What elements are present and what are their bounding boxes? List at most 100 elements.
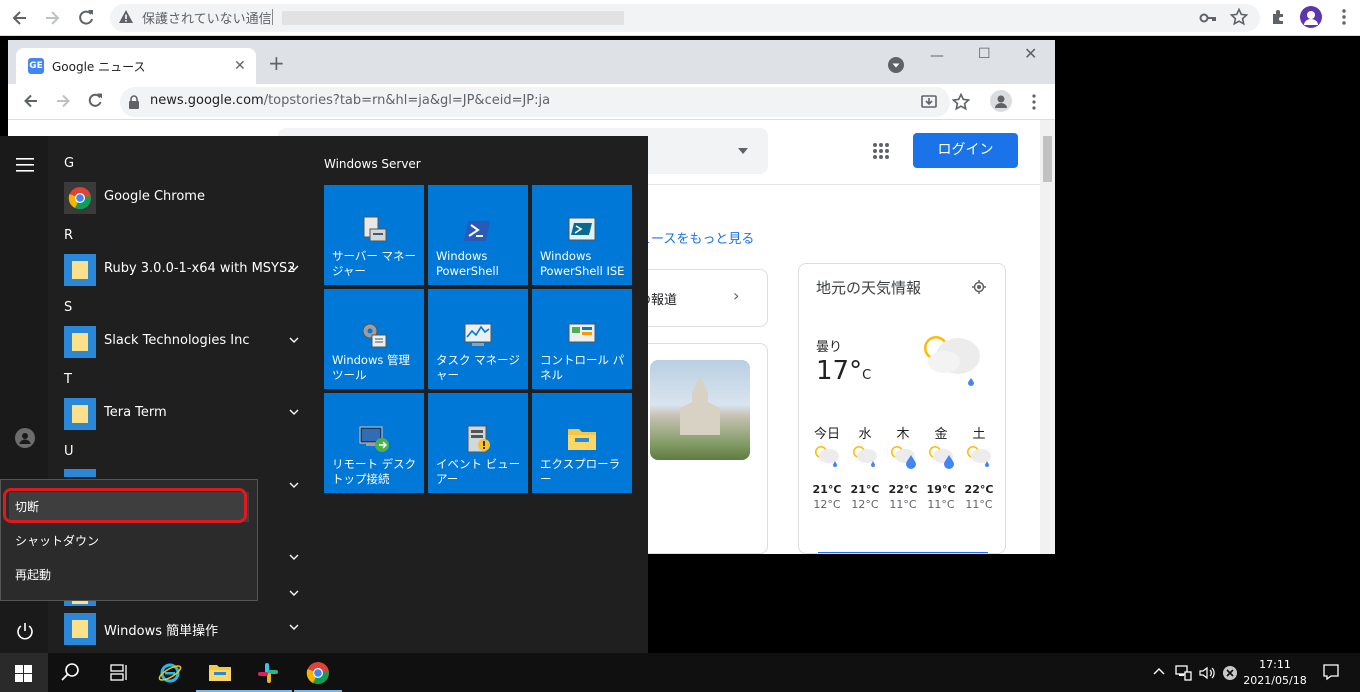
tile-server-manager[interactable]: サーバー マネージャー [324,185,424,285]
tile-powershell[interactable]: Windows PowerShell [428,185,528,285]
app-group-letter[interactable]: G [64,156,74,171]
network-icon[interactable] [1174,664,1192,682]
forward-icon[interactable] [42,8,62,28]
chevron-down-icon[interactable] [288,621,300,633]
forecast-high: 19°C [926,483,956,496]
chrome-button[interactable] [294,653,342,692]
forecast-low: 11°C [889,498,917,511]
volume-icon[interactable] [1198,664,1216,682]
profile-avatar[interactable] [990,90,1012,112]
login-button[interactable]: ログイン [913,133,1018,168]
folder-icon [64,326,96,358]
app-group-letter[interactable]: S [64,300,72,315]
taskbar-search-button[interactable] [48,653,96,692]
highlight-annotation [3,488,247,523]
task-view-button[interactable] [96,653,144,692]
tab-search-icon[interactable] [888,57,904,73]
warning-icon[interactable] [118,9,134,25]
app-list-item[interactable]: Windows 簡単操作 [56,611,312,647]
minimize-icon[interactable]: — [930,48,944,64]
back-icon[interactable] [10,8,30,28]
clock-time: 17:11 [1259,658,1291,671]
app-list-item[interactable]: Ruby 3.0.0-1-x64 with MSYS2 [56,252,312,288]
bookmark-star-icon[interactable] [952,93,970,111]
url-text[interactable]: news.google.com/topstories?tab=rn&hl=ja&… [150,93,550,108]
tile-control-panel[interactable]: コントロール パネル [532,289,632,389]
cloudy-rain-icon [920,330,984,390]
more-menu-icon[interactable] [1335,8,1353,26]
powershell-ise-icon [566,215,598,247]
dropdown-caret-icon[interactable] [738,148,748,154]
forecast-day: 木 22°C 11°C [884,423,922,511]
weather-title: 地元の天気情報 [816,279,922,297]
tile-task-manager[interactable]: タスク マネージャー [428,289,528,389]
power-icon[interactable] [15,621,35,641]
profile-avatar[interactable] [1300,6,1322,28]
app-group-letter[interactable]: T [64,372,72,387]
tray-chevron-up-icon[interactable] [1152,666,1166,676]
app-list-item[interactable]: Google Chrome [56,180,312,216]
extensions-icon[interactable] [1270,8,1288,26]
tile-label: サーバー マネージャー [332,249,417,278]
internet-explorer-button[interactable] [146,653,194,692]
locate-icon[interactable] [972,280,986,294]
tile-explorer[interactable]: エクスプローラー [532,393,632,493]
tab-close-icon[interactable]: ✕ [234,58,246,74]
slack-button[interactable] [244,653,292,692]
reload-icon[interactable] [86,92,104,110]
lock-icon[interactable] [128,95,140,109]
app-group-letter[interactable]: U [64,444,74,459]
tile-event-viewer[interactable]: イベント ビューアー [428,393,528,493]
maximize-icon[interactable]: ☐ [978,46,991,62]
rain-icon [927,443,955,469]
forecast-low: 12°C [813,498,841,511]
install-icon[interactable] [920,93,938,111]
chevron-down-icon[interactable] [288,406,300,418]
restart-option[interactable]: 再起動 [9,560,249,590]
user-account-icon[interactable] [15,428,35,448]
admin-tools-icon [358,319,390,351]
app-list-item[interactable]: Tera Term [56,396,312,432]
internet-explorer-icon [158,663,182,683]
action-center-icon[interactable] [1322,663,1340,681]
app-name: Windows 簡単操作 [104,624,219,639]
system-clock[interactable]: 17:11 2021/05/18 [1240,657,1310,689]
more-menu-icon[interactable] [1026,93,1042,111]
forecast-day-label: 土 [972,427,986,442]
start-button[interactable] [0,653,48,692]
tab-google-news[interactable]: GE Google ニュース ✕ [16,48,256,84]
chevron-down-icon[interactable] [288,334,300,346]
reload-icon[interactable] [76,8,96,28]
folder-icon [64,613,96,645]
new-tab-icon[interactable]: + [268,53,285,73]
chevron-down-icon[interactable] [288,479,300,491]
tile-powershell-ise[interactable]: Windows PowerShell ISE [532,185,632,285]
app-group-letter[interactable]: R [64,228,73,243]
chevron-down-icon[interactable] [288,551,300,563]
chevron-right-icon[interactable]: › [733,286,739,305]
file-explorer-icon [209,665,231,681]
taskbar: 17:11 2021/05/18 [0,653,1360,692]
tile-label: タスク マネージャー [436,353,520,382]
chevron-down-icon[interactable] [288,587,300,599]
back-icon[interactable] [22,92,40,110]
window-close-icon[interactable]: ✕ [1024,44,1037,63]
tile-admin-tools[interactable]: Windows 管理ツール [324,289,424,389]
apps-grid-icon[interactable] [872,142,890,160]
forward-icon[interactable] [54,92,72,110]
app-list-item[interactable]: Slack Technologies Inc [56,324,312,360]
scrollbar-thumb[interactable] [1043,136,1052,182]
tile-remote-desktop[interactable]: リモート デスクトップ接続 [324,393,424,493]
tile-label: Windows PowerShell ISE [540,249,625,278]
scrollbar[interactable] [1040,120,1055,554]
file-explorer-button[interactable] [196,653,244,692]
app-name: Tera Term [104,405,167,420]
chevron-down-icon[interactable] [288,262,300,274]
bookmark-star-icon[interactable] [1230,8,1248,26]
more-news-link[interactable]: ュースをもっと見る [638,228,754,247]
key-icon[interactable] [1199,9,1217,27]
cloudy-icon [965,443,993,469]
hamburger-menu-icon[interactable] [16,158,34,172]
disconnected-icon[interactable] [1222,665,1238,681]
shutdown-option[interactable]: シャットダウン [9,526,249,556]
